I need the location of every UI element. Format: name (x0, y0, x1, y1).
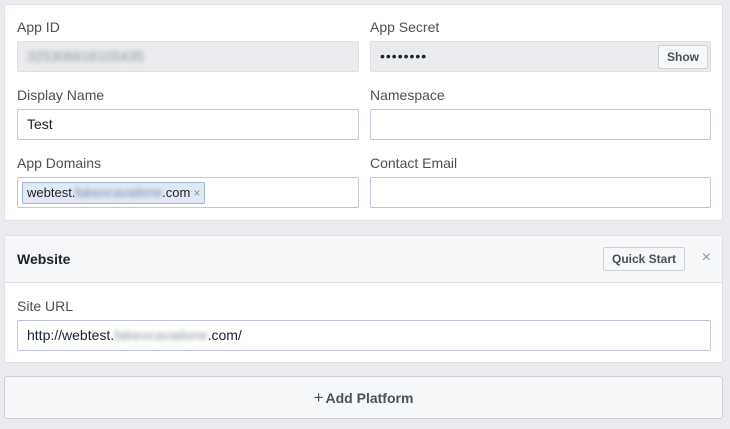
token-suffix: .com (162, 185, 191, 200)
app-domains-label: App Domains (17, 155, 102, 171)
app-id-label: App ID (17, 19, 60, 35)
show-secret-button[interactable]: Show (658, 45, 708, 69)
app-domains-input[interactable]: webtest.fakeocavailone.com × (17, 177, 359, 208)
site-url-suffix: .com/ (207, 327, 242, 343)
token-prefix: webtest. (27, 185, 76, 200)
namespace-input[interactable] (370, 109, 711, 140)
plus-icon: + (313, 388, 324, 407)
app-id-value: 325306616105435 (27, 48, 144, 64)
basic-settings-panel: App ID 325306616105435 App Secret ••••••… (4, 4, 723, 221)
display-name-value: Test (27, 116, 53, 132)
website-platform-panel: Website Quick Start × Site URL http://we… (4, 235, 723, 363)
display-name-label: Display Name (17, 87, 105, 103)
website-title: Website (17, 251, 71, 267)
quick-start-button[interactable]: Quick Start (603, 247, 685, 271)
app-secret-label: App Secret (370, 19, 440, 35)
remove-token-icon[interactable]: × (193, 186, 200, 200)
site-url-prefix: http://webtest. (27, 327, 115, 343)
site-url-label: Site URL (17, 298, 74, 314)
close-icon[interactable]: × (702, 249, 711, 267)
website-header: Website Quick Start × (5, 236, 722, 283)
app-id-field: 325306616105435 (17, 41, 359, 72)
token-hidden: fakeocavailone (75, 185, 163, 200)
contact-email-input[interactable] (370, 177, 711, 208)
contact-email-label: Contact Email (370, 155, 458, 171)
display-name-input[interactable]: Test (17, 109, 359, 140)
app-secret-value: •••••••• (380, 48, 428, 64)
site-url-input[interactable]: http://webtest.fakeocavailone.com/ (17, 320, 711, 351)
add-platform-label: Add Platform (325, 390, 414, 406)
add-platform-button[interactable]: + Add Platform (4, 376, 723, 419)
app-domain-token: webtest.fakeocavailone.com × (22, 182, 206, 204)
namespace-label: Namespace (370, 87, 445, 103)
site-url-hidden: fakeocavailone (114, 327, 208, 343)
